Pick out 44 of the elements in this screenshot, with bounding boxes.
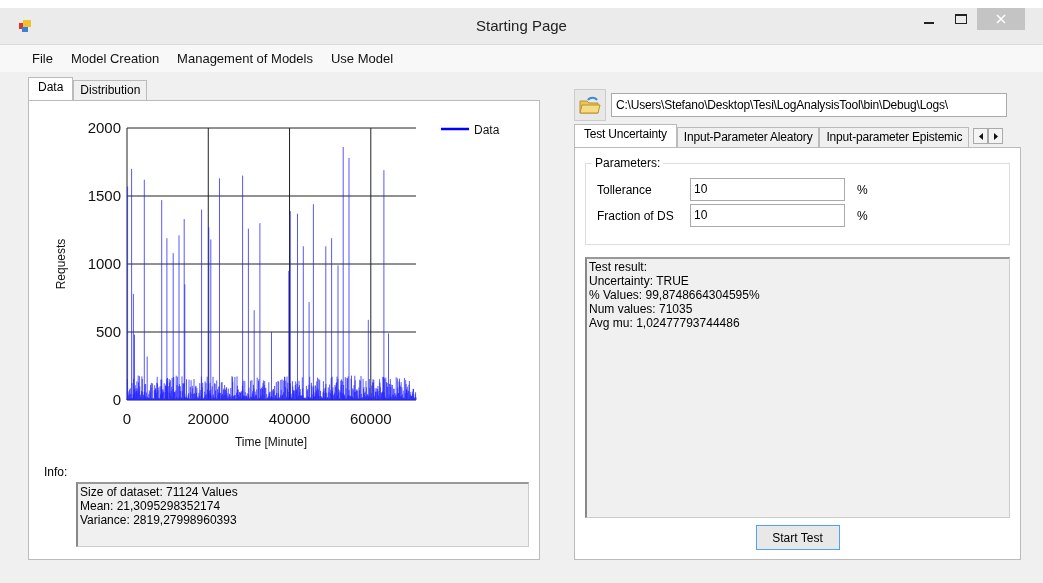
folder-icon xyxy=(579,95,601,115)
scroll-left-button[interactable] xyxy=(973,128,989,144)
legend-swatch xyxy=(441,127,469,131)
x-tick-label: 60000 xyxy=(349,410,392,427)
window-title: Starting Page xyxy=(476,17,567,34)
tab[interactable]: Input-Parameter Aleatory xyxy=(676,127,820,147)
group-title: Parameters: xyxy=(592,156,664,170)
scroll-right-button[interactable] xyxy=(988,128,1004,144)
x-tick-label: 40000 xyxy=(268,410,311,427)
info-label: Info: xyxy=(44,465,69,479)
x-tick-label: 20000 xyxy=(187,410,230,427)
text-field[interactable]: 10 xyxy=(690,178,845,201)
field-label: Tollerance xyxy=(597,182,653,197)
minimize-icon xyxy=(924,21,934,24)
legend-label: Data xyxy=(474,123,500,137)
menu-item[interactable]: File xyxy=(23,51,62,66)
start-test-button[interactable]: Start Test xyxy=(755,525,840,550)
tab[interactable]: Input-parameter Epistemic xyxy=(819,127,970,147)
menu-item[interactable]: Management of Models xyxy=(168,51,322,66)
tab[interactable]: Distribution xyxy=(73,80,148,100)
menu-item[interactable]: Model Creation xyxy=(61,51,169,66)
close-icon xyxy=(996,14,1006,24)
x-tick-label: 0 xyxy=(122,410,132,427)
text-field[interactable]: 10 xyxy=(690,204,845,227)
y-tick-label: 2000 xyxy=(87,119,121,136)
y-tick-label: 0 xyxy=(112,391,121,408)
maximize-icon xyxy=(955,14,967,24)
right-triangle-icon xyxy=(993,132,998,140)
app-icon xyxy=(18,19,32,33)
unit-label: % xyxy=(857,182,868,197)
field-label: Fraction of DS xyxy=(597,208,675,223)
y-tick-label: 1500 xyxy=(87,187,121,204)
menu-item[interactable]: Use Model xyxy=(321,51,403,66)
tab[interactable]: Data xyxy=(28,77,74,100)
left-triangle-icon xyxy=(978,132,983,140)
y-tick-label: 500 xyxy=(95,323,121,340)
y-axis-title: Requests xyxy=(54,238,68,290)
result-text-area: Test result: Uncertainty: TRUE % Values: 99,8748664304595% Num values: 71035 Avg mu: 1,02477793744486 xyxy=(585,257,1010,518)
unit-label: % xyxy=(857,208,868,223)
y-tick-label: 1000 xyxy=(87,255,121,272)
x-axis-title: Time [Minute] xyxy=(234,435,308,449)
info-text-area: Size of dataset: 71124 Values Mean: 21,3095298352174 Variance: 2819,27998960393 xyxy=(76,482,529,547)
tab[interactable]: Test Uncertainty xyxy=(574,124,677,147)
file-path-field[interactable]: C:\Users\Stefano\Desktop\Tesi\LogAnalysisTool\bin\Debug\Logs\ xyxy=(611,93,1007,117)
